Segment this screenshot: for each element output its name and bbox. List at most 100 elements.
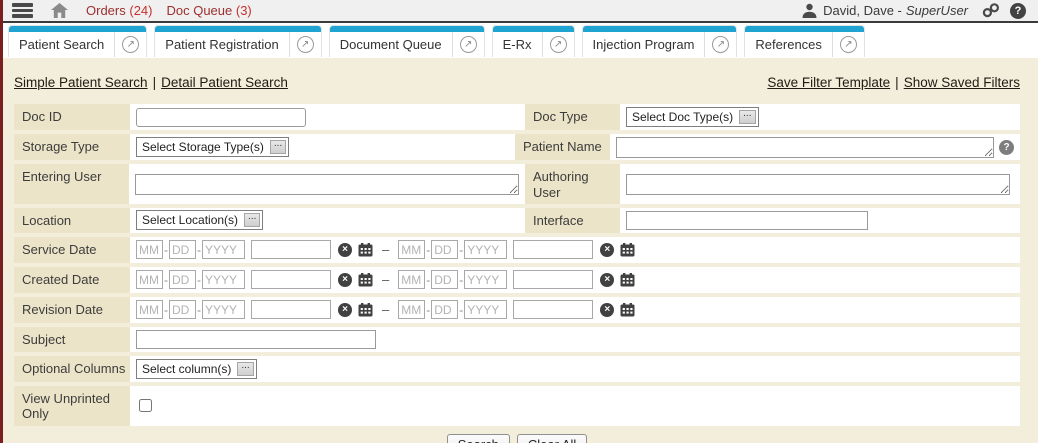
- open-new-window-icon: ↗: [460, 36, 477, 53]
- service-date-to-day-input[interactable]: [431, 240, 458, 259]
- service-date-to-time-input[interactable]: [513, 240, 593, 259]
- storage-type-more-button[interactable]: ...: [270, 140, 286, 154]
- tab-document-queue[interactable]: Document Queue ↗: [329, 25, 485, 57]
- open-new-window-button[interactable]: ↗: [114, 32, 146, 57]
- date-range-separator: –: [382, 242, 389, 257]
- service-date-to-month-input[interactable]: [398, 240, 425, 259]
- created-date-from-month-input[interactable]: [136, 270, 163, 289]
- revision-date-to-time-input[interactable]: [513, 300, 593, 319]
- service-date-from-day-input[interactable]: [169, 240, 196, 259]
- user-icon: [802, 3, 817, 18]
- tab-label: Patient Search: [9, 37, 114, 52]
- calendar-icon[interactable]: [620, 303, 635, 317]
- home-icon[interactable]: [51, 3, 68, 18]
- created-date-to-month-input[interactable]: [398, 270, 425, 289]
- date-separator: -: [164, 243, 168, 257]
- created-date-to-time-input[interactable]: [513, 270, 593, 289]
- location-more-button[interactable]: ...: [244, 213, 260, 227]
- date-separator: -: [459, 243, 463, 257]
- authoring-user-label: Authoring User: [525, 164, 620, 204]
- revision-date-to-month-input[interactable]: [398, 300, 425, 319]
- created-date-from-year-input[interactable]: [202, 270, 245, 289]
- revision-date-label: Revision Date: [14, 297, 130, 323]
- optional-columns-select[interactable]: Select column(s) ...: [136, 359, 257, 379]
- interface-input[interactable]: [626, 211, 868, 230]
- tab-injection-program[interactable]: Injection Program ↗: [582, 25, 738, 57]
- form-actions: Search Clear All: [14, 434, 1020, 443]
- simple-patient-search-link[interactable]: Simple Patient Search: [14, 75, 148, 90]
- open-new-window-button[interactable]: ↗: [704, 32, 736, 57]
- revision-date-from-time-input[interactable]: [251, 300, 331, 319]
- location-select[interactable]: Select Location(s) ...: [136, 210, 263, 230]
- view-unprinted-only-checkbox[interactable]: [139, 399, 152, 412]
- storage-type-select[interactable]: Select Storage Type(s) ...: [136, 137, 289, 157]
- clear-date-icon[interactable]: ×: [600, 273, 614, 287]
- clear-date-icon[interactable]: ×: [338, 303, 352, 317]
- hamburger-menu-icon[interactable]: [12, 1, 33, 20]
- revision-date-to-day-input[interactable]: [431, 300, 458, 319]
- created-date-to-day-input[interactable]: [431, 270, 458, 289]
- open-new-window-button[interactable]: ↗: [832, 32, 864, 57]
- open-new-window-button[interactable]: ↗: [542, 32, 574, 57]
- open-new-window-icon: ↗: [297, 36, 314, 53]
- clear-date-icon[interactable]: ×: [338, 273, 352, 287]
- calendar-icon[interactable]: [358, 303, 373, 317]
- clear-date-icon[interactable]: ×: [338, 243, 352, 257]
- calendar-icon[interactable]: [620, 273, 635, 287]
- calendar-icon[interactable]: [358, 273, 373, 287]
- doc-type-more-button[interactable]: ...: [739, 110, 755, 124]
- doc-id-input[interactable]: [136, 108, 306, 127]
- authoring-user-input[interactable]: [626, 174, 1010, 195]
- created-date-from-time-input[interactable]: [251, 270, 331, 289]
- show-saved-filters-link[interactable]: Show Saved Filters: [904, 75, 1020, 90]
- calendar-icon[interactable]: [358, 243, 373, 257]
- open-new-window-icon: ↗: [712, 36, 729, 53]
- calendar-icon[interactable]: [620, 243, 635, 257]
- clear-date-icon[interactable]: ×: [600, 243, 614, 257]
- tab-label: References: [745, 37, 831, 52]
- tab-references[interactable]: References ↗: [744, 25, 864, 57]
- open-new-window-icon: ↗: [840, 36, 857, 53]
- created-date-to-year-input[interactable]: [464, 270, 507, 289]
- clear-all-button[interactable]: Clear All: [517, 434, 587, 443]
- link-icon[interactable]: [982, 3, 1000, 18]
- date-separator: -: [426, 273, 430, 287]
- revision-date-from-day-input[interactable]: [169, 300, 196, 319]
- tab-patient-search[interactable]: Patient Search ↗: [8, 25, 147, 57]
- service-date-label: Service Date: [14, 237, 130, 263]
- service-date-from-month-input[interactable]: [136, 240, 163, 259]
- save-filter-template-link[interactable]: Save Filter Template: [767, 75, 890, 90]
- subject-input[interactable]: [136, 330, 376, 349]
- tab-patient-registration[interactable]: Patient Registration ↗: [154, 25, 321, 57]
- help-icon[interactable]: ?: [1010, 3, 1026, 19]
- clear-date-icon[interactable]: ×: [600, 303, 614, 317]
- detail-patient-search-link[interactable]: Detail Patient Search: [161, 75, 288, 90]
- entering-user-input[interactable]: [135, 174, 519, 195]
- document-queue-page: Orders (24) Doc Queue (3) David, Dave - …: [0, 0, 1038, 443]
- date-separator: -: [197, 243, 201, 257]
- orders-link[interactable]: Orders (24): [86, 3, 152, 18]
- interface-label: Interface: [525, 208, 620, 233]
- service-date-from-year-input[interactable]: [202, 240, 245, 259]
- optional-columns-more-button[interactable]: ...: [237, 362, 253, 376]
- window-left-edge: [0, 0, 3, 443]
- revision-date-from-year-input[interactable]: [202, 300, 245, 319]
- search-button[interactable]: Search: [447, 434, 510, 443]
- created-date-from-day-input[interactable]: [169, 270, 196, 289]
- service-date-to-year-input[interactable]: [464, 240, 507, 259]
- date-range-separator: –: [382, 302, 389, 317]
- open-new-window-button[interactable]: ↗: [452, 32, 484, 57]
- doc-queue-link[interactable]: Doc Queue (3): [166, 3, 251, 18]
- tab-e-rx[interactable]: E-Rx ↗: [492, 25, 575, 57]
- patient-name-help-icon[interactable]: ?: [999, 140, 1014, 155]
- link-separator: |: [895, 75, 899, 90]
- revision-date-to-year-input[interactable]: [464, 300, 507, 319]
- link-separator: |: [153, 75, 157, 90]
- doc-type-label: Doc Type: [525, 104, 620, 130]
- patient-name-input[interactable]: [616, 137, 994, 158]
- revision-date-from-month-input[interactable]: [136, 300, 163, 319]
- service-date-from-time-input[interactable]: [251, 240, 331, 259]
- open-new-window-button[interactable]: ↗: [289, 32, 321, 57]
- doc-type-select[interactable]: Select Doc Type(s) ...: [626, 107, 759, 127]
- tab-label: Patient Registration: [155, 37, 288, 52]
